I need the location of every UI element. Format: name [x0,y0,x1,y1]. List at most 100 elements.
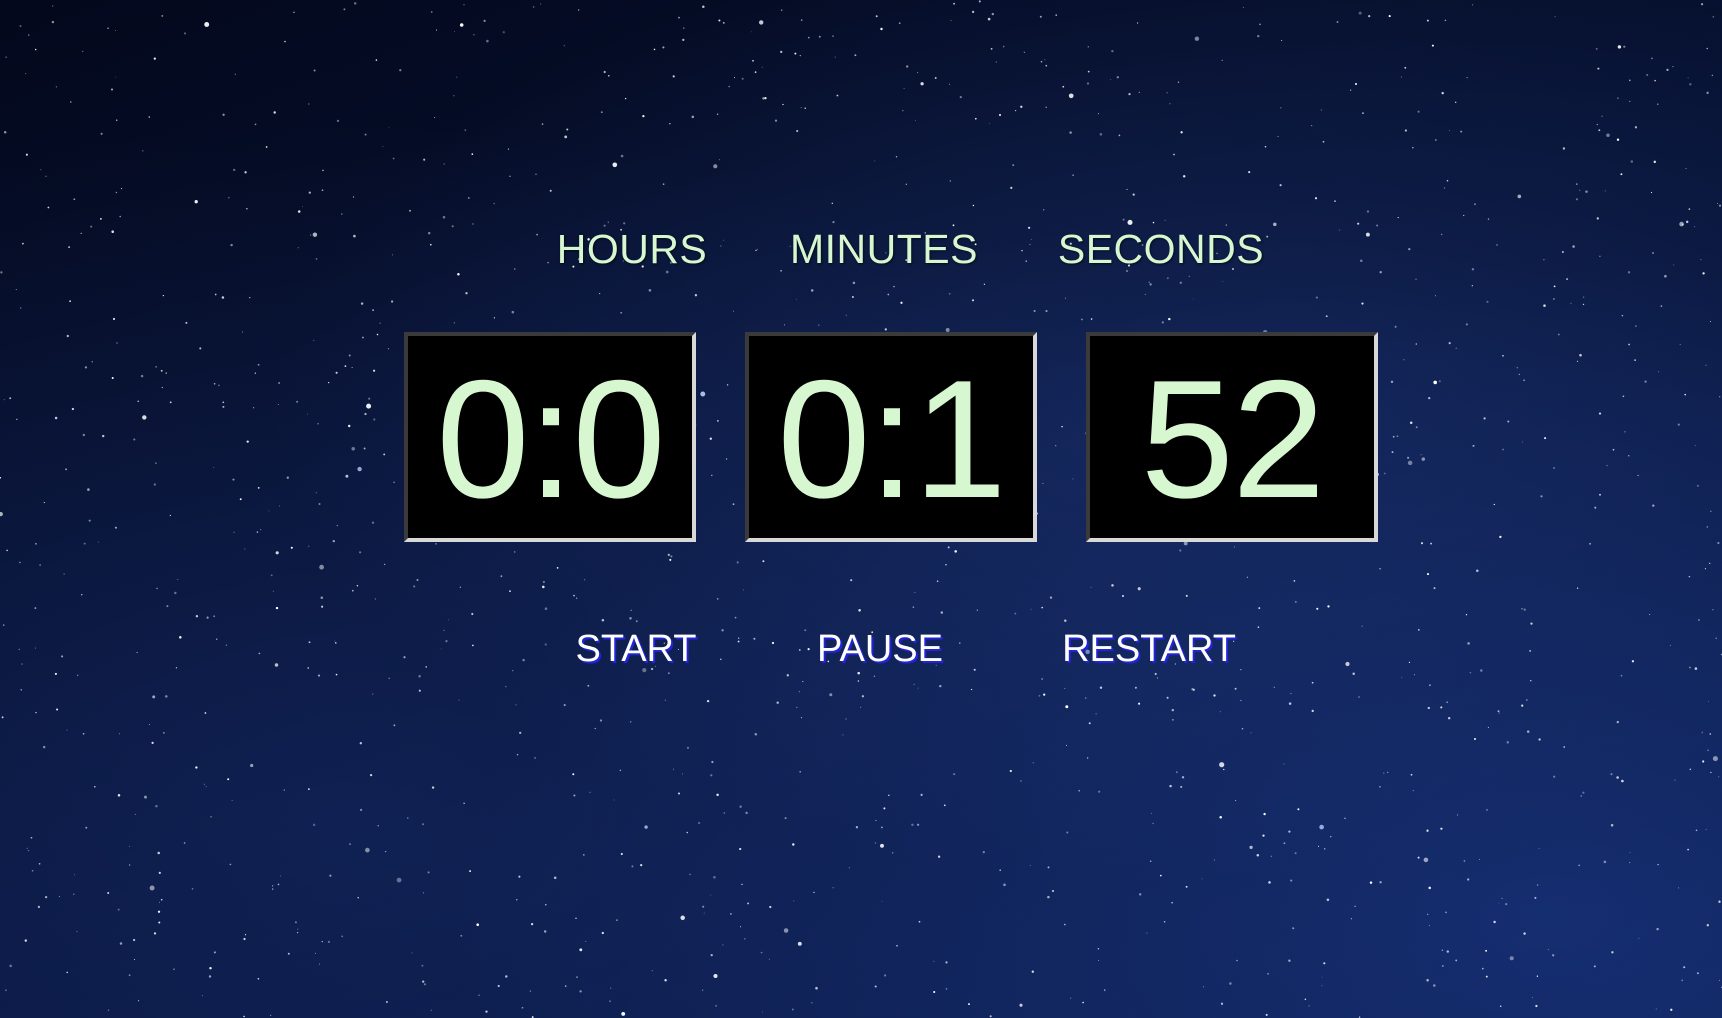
star [250,763,254,768]
star [102,434,105,438]
star [169,514,171,517]
star [542,580,545,584]
star [1273,686,1275,688]
star [20,689,22,691]
star [683,27,685,29]
star [257,363,260,366]
star [920,82,924,86]
star [1192,688,1195,691]
minutes-value: 0:1 [777,345,1007,533]
star [818,324,820,326]
star [1570,302,1572,304]
star [1288,959,1291,962]
star [483,19,486,23]
star [158,921,161,924]
pause-button[interactable]: PAUSE [817,628,943,671]
star [736,561,739,564]
star [1485,975,1488,978]
star [760,951,763,954]
star [737,640,740,643]
star [895,156,898,158]
star [228,197,230,199]
star [1066,744,1068,746]
star [213,615,216,618]
star [733,310,734,312]
star [1169,784,1172,788]
star [343,8,346,11]
star [1718,776,1720,778]
star [713,876,716,879]
star [1428,886,1431,890]
star [148,116,151,118]
star [418,674,421,678]
star [472,223,474,225]
star [386,1001,388,1003]
star [191,888,194,890]
star [1173,153,1175,156]
star [1536,884,1539,886]
star [423,983,426,986]
star [1020,780,1022,782]
star [780,50,783,54]
star [347,424,351,428]
star [813,891,815,894]
star [1354,905,1356,907]
star [175,667,177,669]
star [579,948,583,952]
star [349,843,351,845]
start-button[interactable]: START [575,628,696,671]
star [1126,188,1128,191]
star [1603,860,1607,864]
star [375,59,378,61]
star [0,512,3,517]
star [352,196,355,198]
star [1596,217,1599,220]
star [914,591,916,593]
star [933,990,936,994]
restart-button[interactable]: RESTART [1062,628,1236,671]
star [943,804,946,807]
star [1366,210,1370,213]
star [277,883,280,886]
star [971,299,975,302]
star [1702,760,1705,763]
star [898,22,901,25]
star [1685,220,1689,224]
star [1277,135,1279,137]
star [1087,46,1089,48]
star [1417,856,1420,859]
star [754,71,757,73]
star [243,1015,245,1018]
star [680,915,685,921]
star [166,605,169,608]
star [762,560,765,563]
star [1045,64,1048,67]
star [1478,858,1481,860]
star [1695,829,1698,832]
star [677,792,681,795]
star [1263,812,1266,816]
star [44,895,48,899]
star [589,791,591,793]
star [881,826,883,829]
star [624,97,627,100]
star [407,817,409,819]
star [393,481,395,484]
star [1047,895,1050,899]
star [635,620,638,623]
star [1310,124,1313,127]
star [153,932,157,935]
star [43,502,45,504]
star [1441,949,1444,952]
star [1358,11,1362,15]
star [1521,704,1524,707]
star [896,944,898,947]
star [798,691,800,693]
star [293,11,295,13]
star [1064,687,1066,689]
star [372,309,375,312]
star [500,575,503,578]
star [249,296,251,299]
star [1166,92,1168,94]
star [1311,709,1314,713]
